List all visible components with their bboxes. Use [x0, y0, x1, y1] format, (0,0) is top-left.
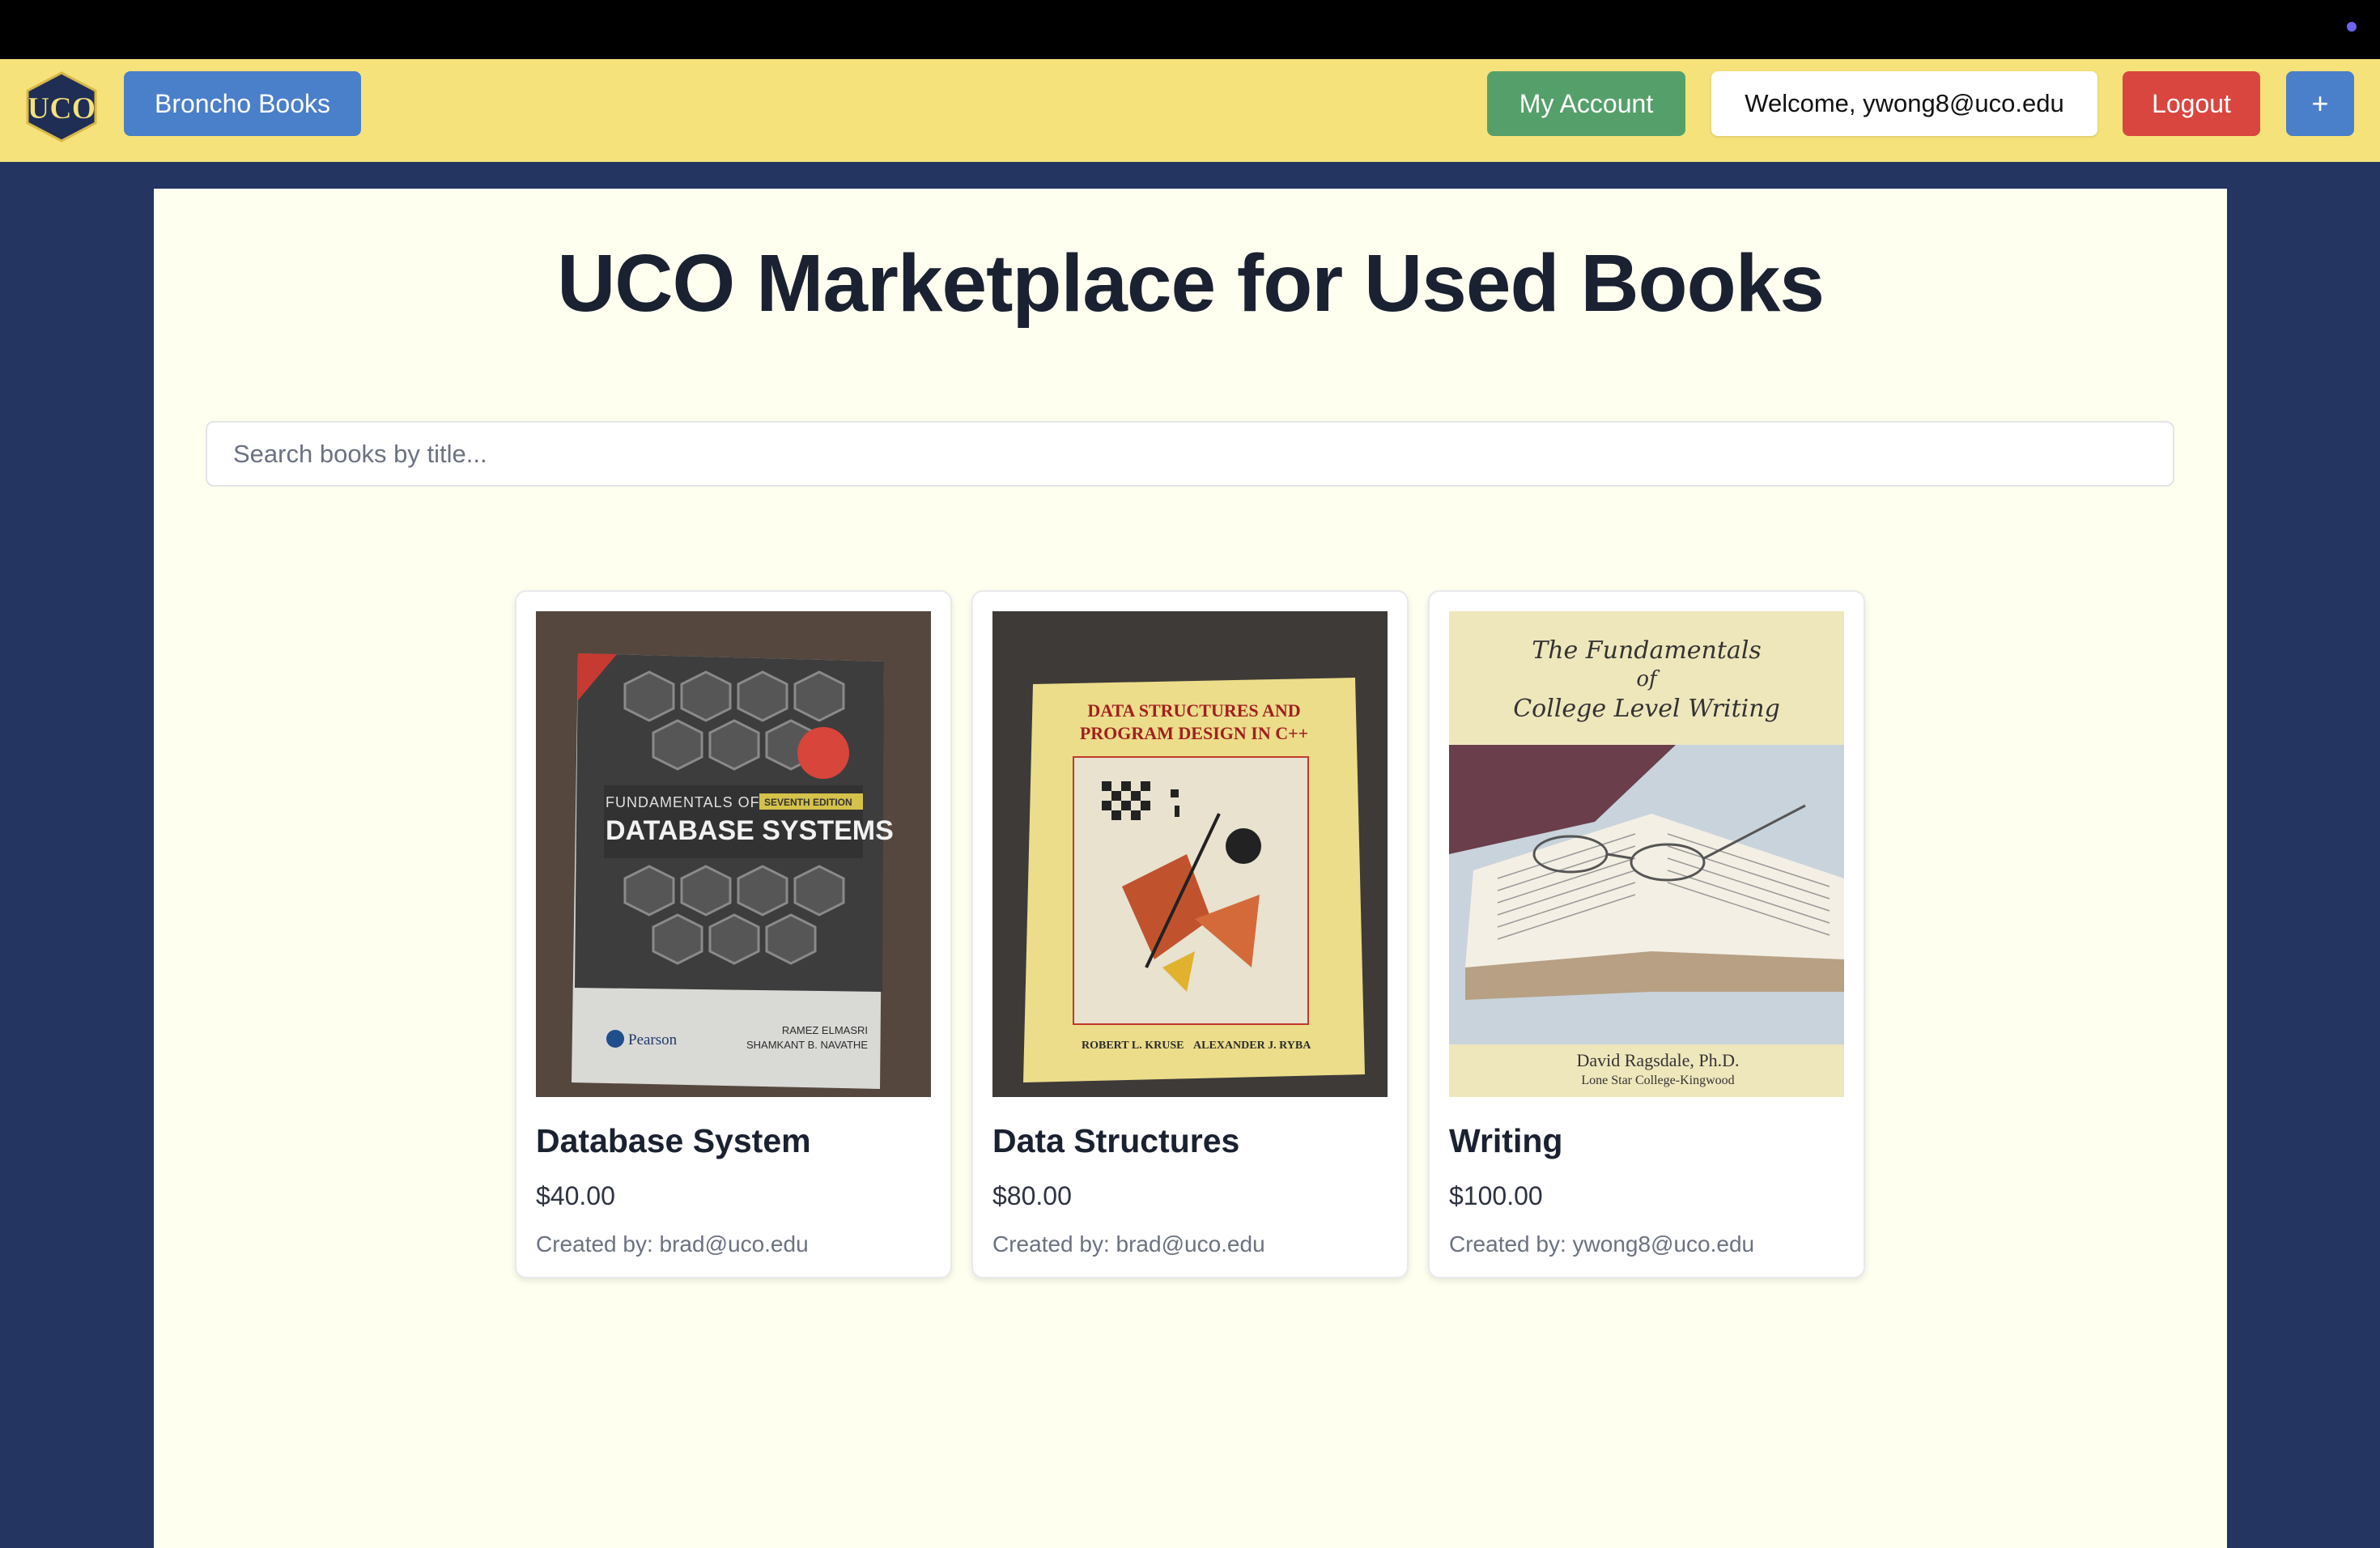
book-card-writing[interactable]: The Fundamentals of College Level Writin… — [1428, 590, 1865, 1278]
search-input[interactable] — [206, 421, 2174, 487]
book-title: Data Structures — [992, 1122, 1240, 1159]
main-content: UCO Marketplace for Used Books Search bo… — [154, 189, 2227, 1548]
book-creator: Created by: brad@uco.edu — [536, 1231, 809, 1257]
book-price: $80.00 — [992, 1181, 1072, 1210]
book-price: $100.00 — [1449, 1181, 1543, 1210]
svg-text:PROGRAM DESIGN IN C++: PROGRAM DESIGN IN C++ — [1080, 723, 1308, 743]
book-price: $40.00 — [536, 1181, 615, 1210]
status-dot — [2347, 22, 2357, 32]
welcome-badge: Welcome, ywong8@uco.edu — [1711, 71, 2097, 136]
svg-text:ALEXANDER J. RYBA: ALEXANDER J. RYBA — [1193, 1040, 1311, 1052]
book-creator: Created by: brad@uco.edu — [992, 1231, 1265, 1257]
svg-text:The Fundamentals: The Fundamentals — [1532, 636, 1762, 665]
svg-text:ROBERT L. KRUSE: ROBERT L. KRUSE — [1082, 1040, 1184, 1052]
svg-text:FUNDAMENTALS OF: FUNDAMENTALS OF — [606, 794, 760, 810]
book-creator: Created by: ywong8@uco.edu — [1449, 1231, 1754, 1257]
book-title: Database System — [536, 1122, 811, 1159]
creator-prefix: Created by: — [536, 1231, 660, 1257]
book-card-database-system[interactable]: FUNDAMENTALS OF SEVENTH EDITION DATABASE… — [515, 590, 952, 1278]
book-cover-image: FUNDAMENTALS OF SEVENTH EDITION DATABASE… — [536, 611, 931, 1097]
navbar: UCO Broncho Books My Account Welcome, yw… — [0, 59, 2380, 162]
creator-prefix: Created by: — [992, 1231, 1116, 1257]
my-account-button[interactable]: My Account — [1487, 71, 1685, 136]
svg-text:College Level Writing: College Level Writing — [1513, 695, 1780, 723]
page-title: UCO Marketplace for Used Books — [557, 238, 1825, 329]
creator-email: brad@uco.edu — [1116, 1231, 1265, 1257]
uco-logo-icon[interactable]: UCO — [24, 71, 99, 142]
svg-text:Pearson: Pearson — [628, 1031, 678, 1048]
svg-text:DATA STRUCTURES AND: DATA STRUCTURES AND — [1087, 700, 1300, 721]
book-cover-image: DATA STRUCTURES AND PROGRAM DESIGN IN C+… — [992, 611, 1388, 1097]
svg-text:SEVENTH EDITION: SEVENTH EDITION — [764, 797, 852, 808]
book-title: Writing — [1449, 1122, 1563, 1159]
svg-text:DATABASE SYSTEMS: DATABASE SYSTEMS — [606, 815, 894, 846]
svg-text:RAMEZ ELMASRI: RAMEZ ELMASRI — [782, 1024, 868, 1036]
svg-text:UCO: UCO — [28, 91, 96, 125]
system-top-bar — [0, 0, 2380, 59]
add-book-button[interactable]: + — [2286, 71, 2354, 136]
logout-button[interactable]: Logout — [2123, 71, 2260, 136]
book-card-data-structures[interactable]: DATA STRUCTURES AND PROGRAM DESIGN IN C+… — [971, 590, 1409, 1278]
book-cover-image: The Fundamentals of College Level Writin… — [1449, 611, 1844, 1097]
svg-text:Lone Star College-Kingwood: Lone Star College-Kingwood — [1581, 1074, 1734, 1087]
creator-email: ywong8@uco.edu — [1572, 1231, 1755, 1257]
creator-email: brad@uco.edu — [659, 1231, 809, 1257]
svg-text:David Ragsdale, Ph.D.: David Ragsdale, Ph.D. — [1576, 1050, 1739, 1070]
creator-prefix: Created by: — [1449, 1231, 1573, 1257]
svg-text:of: of — [1636, 667, 1660, 691]
svg-text:SHAMKANT B. NAVATHE: SHAMKANT B. NAVATHE — [746, 1039, 868, 1051]
broncho-books-button[interactable]: Broncho Books — [124, 71, 361, 136]
